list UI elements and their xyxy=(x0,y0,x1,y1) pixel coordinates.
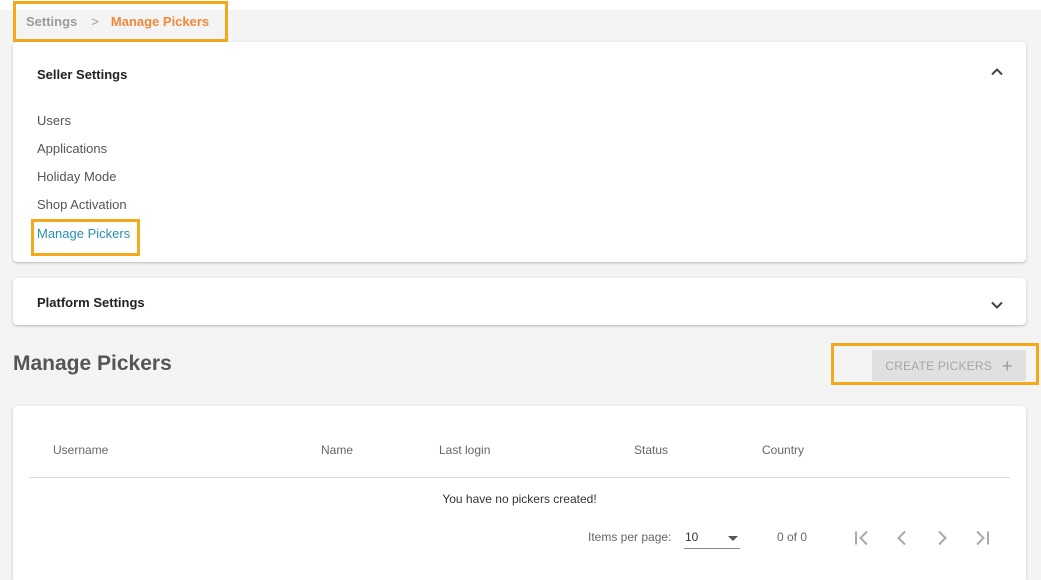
paginator: Items per page: 10 0 of 0 xyxy=(13,524,1026,554)
plus-icon: + xyxy=(1001,355,1013,376)
menu-item-users[interactable]: Users xyxy=(37,113,71,128)
table-divider xyxy=(29,477,1010,478)
column-header-country[interactable]: Country xyxy=(762,443,804,457)
chevron-right-icon[interactable] xyxy=(932,528,952,548)
create-pickers-button[interactable]: CREATE PICKERS + xyxy=(872,350,1026,381)
items-per-page-value: 10 xyxy=(685,530,699,544)
page-title: Manage Pickers xyxy=(13,352,172,375)
column-header-status[interactable]: Status xyxy=(634,443,668,457)
seller-settings-panel: Seller Settings Users Applications Holid… xyxy=(13,42,1026,262)
seller-settings-header[interactable]: Seller Settings xyxy=(37,67,127,82)
items-per-page-select[interactable]: 10 xyxy=(684,527,740,549)
column-header-name[interactable]: Name xyxy=(321,443,353,457)
empty-state-message: You have no pickers created! xyxy=(442,492,597,506)
column-header-username[interactable]: Username xyxy=(53,443,108,457)
create-pickers-label: CREATE PICKERS xyxy=(885,358,992,373)
menu-item-holiday-mode[interactable]: Holiday Mode xyxy=(37,169,117,184)
platform-settings-header[interactable]: Platform Settings xyxy=(37,295,145,310)
page-range-label: 0 of 0 xyxy=(777,530,808,544)
platform-settings-panel[interactable]: Platform Settings xyxy=(13,278,1026,325)
first-page-icon[interactable] xyxy=(852,528,872,548)
breadcrumb-separator: > xyxy=(91,14,99,29)
pickers-table: Username Name Last login Status Country … xyxy=(13,406,1026,580)
breadcrumb: Settings > Manage Pickers xyxy=(13,1,228,42)
column-header-last-login[interactable]: Last login xyxy=(439,443,490,457)
dropdown-caret-icon xyxy=(728,536,738,541)
breadcrumb-settings-link[interactable]: Settings xyxy=(26,14,77,29)
menu-item-shop-activation[interactable]: Shop Activation xyxy=(37,197,127,212)
breadcrumb-current: Manage Pickers xyxy=(110,14,210,29)
last-page-icon[interactable] xyxy=(972,528,992,548)
chevron-left-icon[interactable] xyxy=(892,528,912,548)
items-per-page-label: Items per page: xyxy=(588,530,672,544)
chevron-up-icon[interactable] xyxy=(990,65,1004,79)
menu-item-applications[interactable]: Applications xyxy=(37,141,107,156)
create-pickers-highlight: CREATE PICKERS + xyxy=(831,343,1039,385)
menu-item-manage-pickers[interactable]: Manage Pickers xyxy=(31,219,140,256)
chevron-down-icon[interactable] xyxy=(990,298,1004,312)
